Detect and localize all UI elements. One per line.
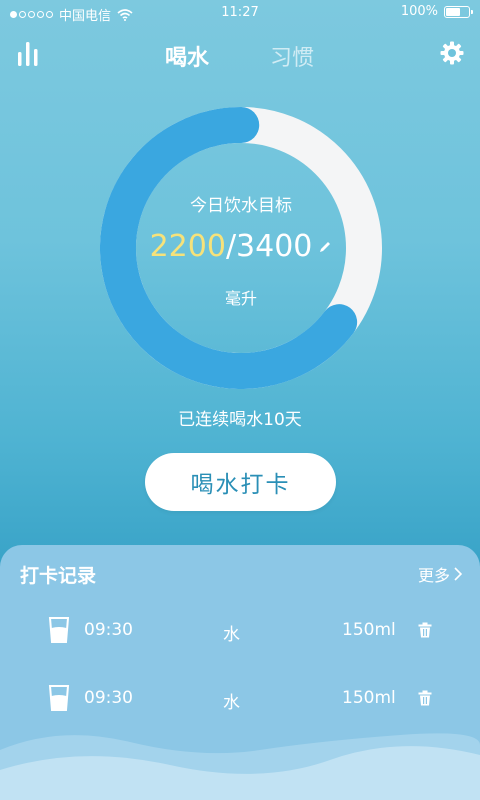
record-kind: 水 bbox=[223, 625, 240, 645]
goal-unit: 毫升 bbox=[224, 289, 257, 308]
decorative-waves bbox=[0, 733, 480, 800]
record-time: 09:30 bbox=[84, 620, 133, 640]
record-amount: 150ml bbox=[342, 620, 396, 640]
goal-label: 今日饮水目标 bbox=[190, 196, 292, 216]
gear-icon[interactable] bbox=[440, 41, 464, 65]
record-kind: 水 bbox=[223, 693, 240, 713]
water-cup-icon bbox=[48, 617, 70, 643]
bar-chart-icon[interactable] bbox=[16, 40, 40, 66]
top-nav: 喝水 习惯 bbox=[0, 30, 480, 78]
records-panel: 打卡记录 更多 09:30 水 150ml 09:30 水 150ml bbox=[0, 545, 480, 800]
record-row: 09:30 水 150ml bbox=[0, 612, 480, 652]
pencil-icon[interactable] bbox=[318, 240, 332, 254]
record-amount: 150ml bbox=[342, 688, 396, 708]
tab-habits[interactable]: 习惯 bbox=[270, 40, 314, 72]
record-row: 09:30 水 150ml bbox=[0, 680, 480, 720]
tab-drink-water[interactable]: 喝水 bbox=[165, 40, 209, 72]
trash-icon[interactable] bbox=[418, 622, 432, 638]
goal-center: 今日饮水目标 2200 / 3400 毫升 bbox=[100, 107, 382, 389]
goal-target: 3400 bbox=[236, 229, 313, 264]
status-bar: 中国电信 11:27 100% bbox=[0, 0, 480, 26]
goal-value[interactable]: 2200 / 3400 bbox=[100, 229, 382, 264]
more-link[interactable]: 更多 bbox=[418, 562, 462, 586]
streak-text: 已连续喝水10天 bbox=[178, 410, 302, 430]
current-intake: 2200 bbox=[149, 229, 226, 264]
more-label: 更多 bbox=[417, 566, 450, 585]
battery-icon bbox=[444, 5, 473, 18]
status-right: 100% bbox=[400, 4, 473, 19]
checkin-button[interactable]: 喝水打卡 bbox=[145, 453, 336, 511]
trash-icon[interactable] bbox=[418, 690, 432, 706]
records-title: 打卡记录 bbox=[20, 565, 97, 587]
goal-separator: / bbox=[225, 229, 237, 264]
chevron-right-icon bbox=[454, 567, 462, 581]
record-time: 09:30 bbox=[84, 688, 133, 708]
water-cup-icon bbox=[48, 685, 70, 711]
battery-percent: 100% bbox=[400, 4, 438, 19]
